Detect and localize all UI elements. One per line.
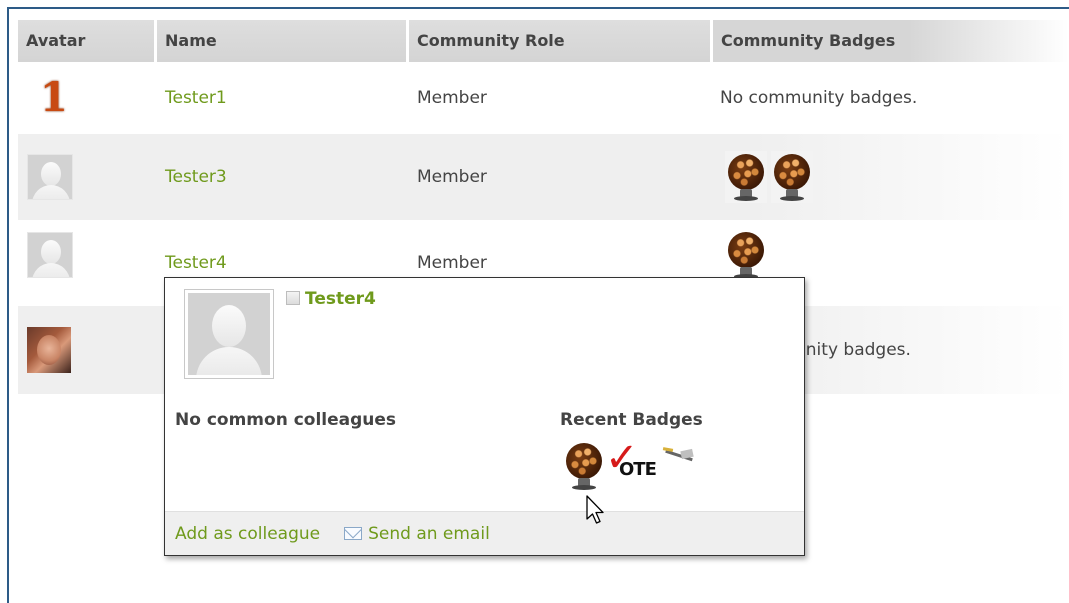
pen-badge-icon[interactable] <box>661 444 697 468</box>
no-badges-text: unity badges. <box>795 340 911 360</box>
card-footer: Add as colleague Send an email <box>165 511 804 555</box>
avatar-cell <box>27 220 73 290</box>
community-role: Member <box>417 167 487 187</box>
name-cell: Tester1 <box>165 62 227 134</box>
mouse-cursor-icon <box>586 495 604 524</box>
vote-badge-icon[interactable]: ✓ OTE <box>605 438 657 484</box>
user-name-link[interactable]: Tester4 <box>165 253 227 273</box>
card-avatar[interactable] <box>184 289 274 379</box>
user-photo-avatar[interactable] <box>27 327 71 373</box>
number-one-avatar[interactable]: 1 <box>40 78 68 118</box>
card-user-name-link[interactable]: Tester4 <box>305 289 376 309</box>
send-email-link[interactable]: Send an email <box>368 524 490 544</box>
default-person-avatar[interactable] <box>27 154 73 200</box>
presence-icon[interactable] <box>286 291 300 305</box>
role-cell: Member <box>417 134 487 220</box>
user-name-link[interactable]: Tester3 <box>165 167 227 187</box>
default-person-avatar[interactable] <box>27 232 73 278</box>
common-colleagues-text: No common colleagues <box>175 410 397 430</box>
role-cell: Member <box>417 62 487 134</box>
name-cell: Tester3 <box>165 134 227 220</box>
globe-badge-icon[interactable] <box>563 440 602 490</box>
globe-badge-icon[interactable] <box>771 151 813 203</box>
recent-badges-label: Recent Badges <box>560 410 703 430</box>
header-community-badges[interactable]: Community Badges <box>713 20 1069 62</box>
recent-badges-list: ✓ OTE <box>563 438 697 490</box>
user-hover-card: Tester4 No common colleagues Recent Badg… <box>164 277 805 556</box>
header-avatar: Avatar <box>18 20 154 62</box>
user-name-link[interactable]: Tester1 <box>165 88 227 108</box>
badges-cell: unity badges. <box>795 306 911 394</box>
avatar-cell: 1 <box>28 62 68 134</box>
badges-cell: No community badges. <box>720 62 917 134</box>
header-name[interactable]: Name <box>157 20 406 62</box>
table-row: 1 Tester1 Member No community badges. <box>18 62 1069 134</box>
table-header: Avatar Name Community Role Community Bad… <box>18 20 1069 62</box>
avatar-cell <box>27 306 71 394</box>
globe-badge-icon[interactable] <box>725 151 767 203</box>
header-community-role[interactable]: Community Role <box>409 20 710 62</box>
no-badges-text: No community badges. <box>720 88 918 108</box>
badges-cell <box>725 134 817 220</box>
community-role: Member <box>417 253 487 273</box>
globe-badge-icon[interactable] <box>725 229 767 281</box>
avatar-cell <box>27 134 73 220</box>
table-row: Tester3 Member <box>18 134 1069 220</box>
envelope-icon[interactable] <box>344 527 363 540</box>
community-role: Member <box>417 88 487 108</box>
add-colleague-link[interactable]: Add as colleague <box>175 524 320 544</box>
